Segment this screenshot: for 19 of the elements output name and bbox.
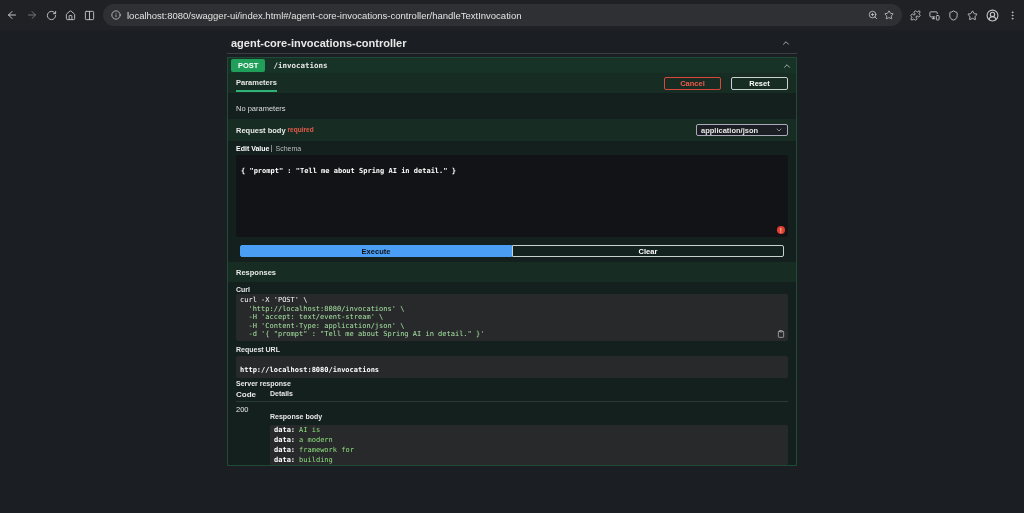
collapse-icon[interactable]	[781, 38, 791, 48]
profile-icon[interactable]	[986, 8, 999, 22]
home-icon[interactable]	[65, 9, 76, 21]
chevron-down-icon	[775, 126, 783, 134]
extension-icon[interactable]	[910, 9, 921, 21]
bookmark-icon[interactable]	[967, 9, 978, 21]
copy-icon[interactable]	[777, 329, 785, 338]
info-icon[interactable]	[111, 10, 121, 20]
devices-icon[interactable]	[929, 9, 940, 21]
url-text: localhost:8080/swagger-ui/index.html#/agent-core-invocations-controller/handleTextInvocation	[127, 9, 523, 21]
split-view-icon[interactable]	[84, 9, 95, 21]
star-icon[interactable]	[884, 10, 894, 20]
back-icon[interactable]	[6, 9, 18, 21]
reload-icon[interactable]	[46, 9, 57, 21]
shield-icon[interactable]	[948, 9, 959, 21]
address-bar[interactable]: localhost:8080/swagger-ui/index.html#/agent-core-invocations-controller/handleTextInvocation	[103, 4, 902, 26]
zoom-icon[interactable]	[868, 10, 878, 20]
code-header: Code	[236, 387, 270, 402]
controller-title[interactable]: agent-core-invocations-controller	[231, 37, 407, 49]
